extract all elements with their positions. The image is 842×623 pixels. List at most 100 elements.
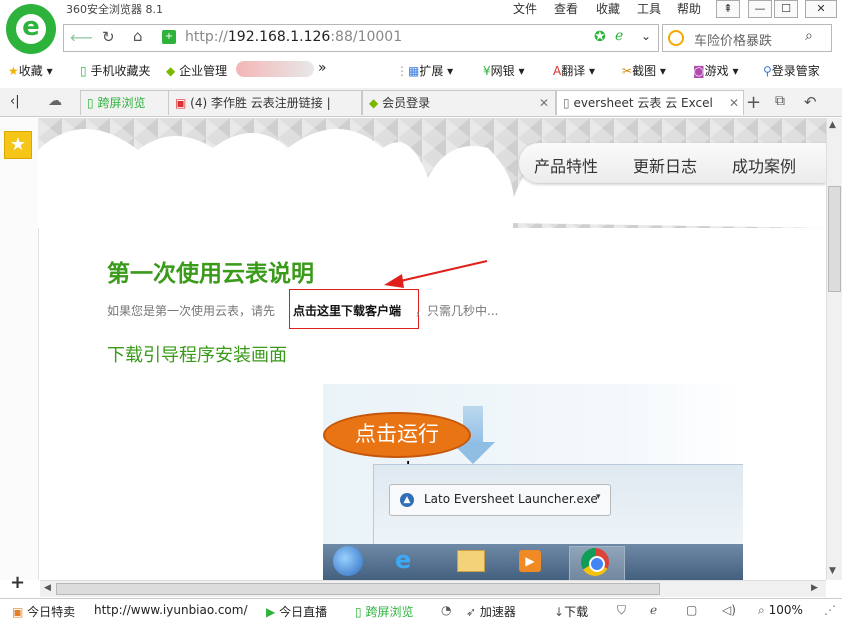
tab-eversheet[interactable]: ▯ eversheet 云表 云 Excel ✕	[556, 90, 744, 115]
menu-tools[interactable]: 工具	[637, 0, 661, 17]
sidebar-add-icon[interactable]: +	[10, 572, 25, 593]
bookmark-mobile[interactable]: ▯ 手机收藏夹	[80, 62, 150, 79]
star-icon: ★	[8, 64, 19, 78]
installer-screenshot: 点击运行 ↓ ▲ Lato Eversheet Launcher.exe ▾ e…	[323, 384, 743, 580]
tab-register-link[interactable]: ▣ (4) 李作胜 云表注册链接 |	[168, 90, 362, 115]
resize-grip-icon[interactable]: ⋰	[824, 603, 836, 617]
vertical-scroll-thumb[interactable]	[828, 186, 841, 292]
url-protocol: http://	[185, 29, 228, 45]
cloud-icon[interactable]: ☁	[48, 93, 62, 109]
dropdown-icon[interactable]: ⌄	[641, 29, 651, 43]
url-text[interactable]: http://192.168.1.126:88/10001	[185, 29, 402, 45]
ext-button[interactable]: ⋮▦扩展 ▾	[396, 62, 453, 79]
menu-favorites[interactable]: 收藏	[596, 0, 620, 17]
today-deal-label: 今日特卖	[27, 605, 76, 619]
games-button[interactable]: ◙游戏 ▾	[693, 62, 739, 79]
download-client-link[interactable]: 点击这里下载客户端	[293, 302, 401, 319]
translate-icon: A	[553, 64, 562, 78]
launcher-filename: Lato Eversheet Launcher.exe	[424, 492, 598, 506]
scroll-up-icon[interactable]: ▲	[829, 120, 836, 130]
engine-icon[interactable]: ℯ	[615, 28, 623, 44]
ext-label: 扩展	[419, 64, 444, 78]
live-button[interactable]: ▶ 今日直播	[266, 603, 327, 620]
url-host: 192.168.1.126	[227, 29, 331, 45]
search-icon[interactable]: ⌕	[805, 28, 813, 44]
volume-icon[interactable]: ◁)	[722, 603, 736, 617]
security-icon[interactable]: ⛉	[617, 603, 626, 618]
page-icon: ▯	[563, 96, 570, 110]
blurred-bookmark[interactable]	[236, 61, 314, 77]
zoom-control[interactable]: ⌕ 100%	[758, 603, 803, 618]
window-icon[interactable]: ▢	[686, 603, 697, 617]
phone-icon: ▯	[87, 96, 94, 110]
close-button[interactable]: ✕	[805, 0, 837, 18]
more-bookmarks-icon[interactable]: »	[318, 60, 327, 76]
media-icon: ▶	[519, 550, 541, 572]
key-icon: ⚲	[763, 64, 772, 78]
pin-icon[interactable]: ⇞	[716, 0, 740, 18]
tab-eversheet-label: eversheet 云表 云 Excel	[573, 96, 713, 110]
menu-file[interactable]: 文件	[513, 0, 537, 17]
maximize-button[interactable]: ☐	[774, 0, 798, 18]
today-deal-button[interactable]: ▣ 今日特卖	[12, 603, 75, 620]
menu-view[interactable]: 查看	[554, 0, 578, 17]
launcher-download-item[interactable]: ▲ Lato Eversheet Launcher.exe ▾	[389, 484, 611, 516]
shield-circle-icon: ▲	[400, 493, 414, 507]
app-title: 360安全浏览器 8.1	[66, 3, 163, 16]
intro-after: ，只需几秒中...	[415, 304, 499, 318]
url-path: :88/10001	[330, 29, 403, 45]
translate-button[interactable]: A翻译 ▾	[553, 62, 595, 79]
phone-icon: ▯	[80, 64, 87, 78]
minimize-button[interactable]: —	[748, 0, 772, 18]
tab-cross-screen[interactable]: ▯ 跨屏浏览	[80, 90, 170, 115]
bookmark-favorites[interactable]: ★收藏 ▾	[8, 62, 53, 79]
puzzle-icon: ▦	[408, 64, 420, 78]
page-heading: 第一次使用云表说明	[107, 261, 314, 287]
back-icon[interactable]: ⟵	[70, 28, 93, 47]
accelerator-label: 加速器	[479, 605, 516, 619]
search-input[interactable]: 车险价格暴跌	[694, 30, 772, 49]
tab-cross-screen-label: 跨屏浏览	[97, 96, 146, 110]
zoom-icon: ⌕	[758, 603, 765, 617]
menu-help[interactable]: 帮助	[677, 0, 701, 17]
tab-back-icon[interactable]: ‹|	[10, 94, 20, 109]
bookmark-mobile-label: 手机收藏夹	[90, 64, 151, 78]
browser-logo-icon: e	[22, 12, 40, 42]
translate-label: 翻译	[561, 64, 586, 78]
login-label: 登录管家	[771, 64, 820, 78]
close-tab-icon[interactable]: ✕	[729, 91, 739, 115]
tab-list-icon[interactable]: ⧉	[775, 93, 785, 109]
launcher-dropdown-icon[interactable]: ▾	[596, 492, 601, 502]
bank-button[interactable]: ¥网银 ▾	[483, 62, 525, 79]
screenshot-button[interactable]: ✂截图 ▾	[622, 62, 666, 79]
feedback-icon[interactable]: ◔	[441, 603, 451, 617]
gamepad-icon: ◙	[693, 64, 705, 78]
secure-icon[interactable]: ✪	[594, 29, 606, 45]
favorites-star-icon[interactable]: ★	[4, 131, 32, 159]
search-engine-icon[interactable]	[668, 30, 684, 46]
home-icon[interactable]: ⌂	[133, 27, 143, 45]
scroll-right-icon[interactable]: ▶	[811, 583, 818, 593]
live-label: 今日直播	[279, 605, 328, 619]
ie-icon: e	[395, 546, 412, 574]
refresh-icon[interactable]: ↻	[102, 28, 115, 46]
ie-mode-icon[interactable]: ℯ	[650, 603, 657, 617]
tab-member-label: 会员登录	[382, 96, 431, 110]
sidebar	[0, 118, 39, 580]
scroll-down-icon[interactable]: ▼	[829, 566, 836, 576]
horizontal-scroll-thumb[interactable]	[56, 583, 660, 595]
bookmark-enterprise[interactable]: ◆ 企业管理	[166, 62, 227, 79]
nav-changelog[interactable]: 更新日志	[633, 153, 697, 177]
nav-cases[interactable]: 成功案例	[732, 153, 796, 177]
close-tab-icon[interactable]: ✕	[539, 91, 549, 115]
accelerator-button[interactable]: ➶ 加速器	[466, 603, 516, 620]
tab-member-login[interactable]: ◆ 会员登录 ✕	[362, 90, 556, 115]
login-button[interactable]: ⚲登录管家	[763, 62, 820, 79]
new-tab-icon[interactable]: +	[746, 92, 761, 113]
undo-close-icon[interactable]: ↶	[804, 93, 817, 111]
download-button[interactable]: ↓下载	[554, 603, 588, 620]
cross-screen-button[interactable]: ▯ 跨屏浏览	[355, 603, 413, 620]
bookmark-tab-icon: ▣	[175, 96, 187, 110]
nav-features[interactable]: 产品特性	[534, 153, 598, 177]
scroll-left-icon[interactable]: ◀	[44, 583, 51, 593]
